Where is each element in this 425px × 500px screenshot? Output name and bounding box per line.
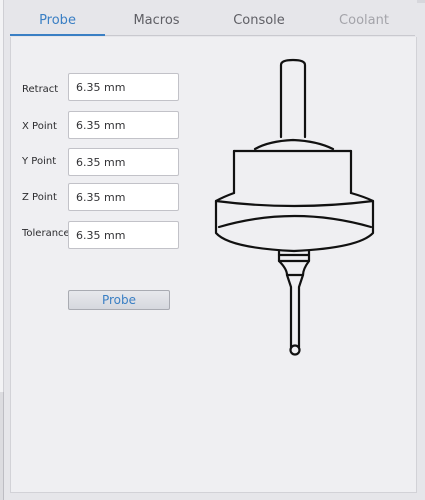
- z-point-label: Z Point: [22, 192, 57, 203]
- z-point-input[interactable]: [68, 183, 179, 211]
- y-point-label: Y Point: [22, 156, 57, 167]
- tab-coolant: Coolant: [339, 13, 389, 28]
- touch-probe-icon: [214, 58, 375, 356]
- top-right-border: [417, 0, 425, 3]
- retract-input[interactable]: [68, 73, 179, 101]
- x-point-input[interactable]: [68, 111, 179, 139]
- y-point-input[interactable]: [68, 148, 179, 176]
- tab-console[interactable]: Console: [210, 7, 308, 35]
- probe-panel: Retract X Point Y Point Z Point Toleranc…: [10, 37, 417, 493]
- app-window: Probe Macros Console Coolant Retract X P…: [0, 0, 425, 500]
- tolerance-label: Tolerance: [22, 228, 70, 239]
- retract-label: Retract: [22, 84, 59, 95]
- tab-probe[interactable]: Probe: [10, 7, 105, 36]
- tab-bar: Probe Macros Console Coolant: [10, 7, 415, 36]
- left-scroll-edge: [0, 392, 4, 500]
- x-point-label: X Point: [22, 121, 57, 132]
- tab-macros[interactable]: Macros: [110, 7, 203, 35]
- tolerance-input[interactable]: [68, 221, 179, 249]
- probe-button[interactable]: Probe: [68, 290, 170, 310]
